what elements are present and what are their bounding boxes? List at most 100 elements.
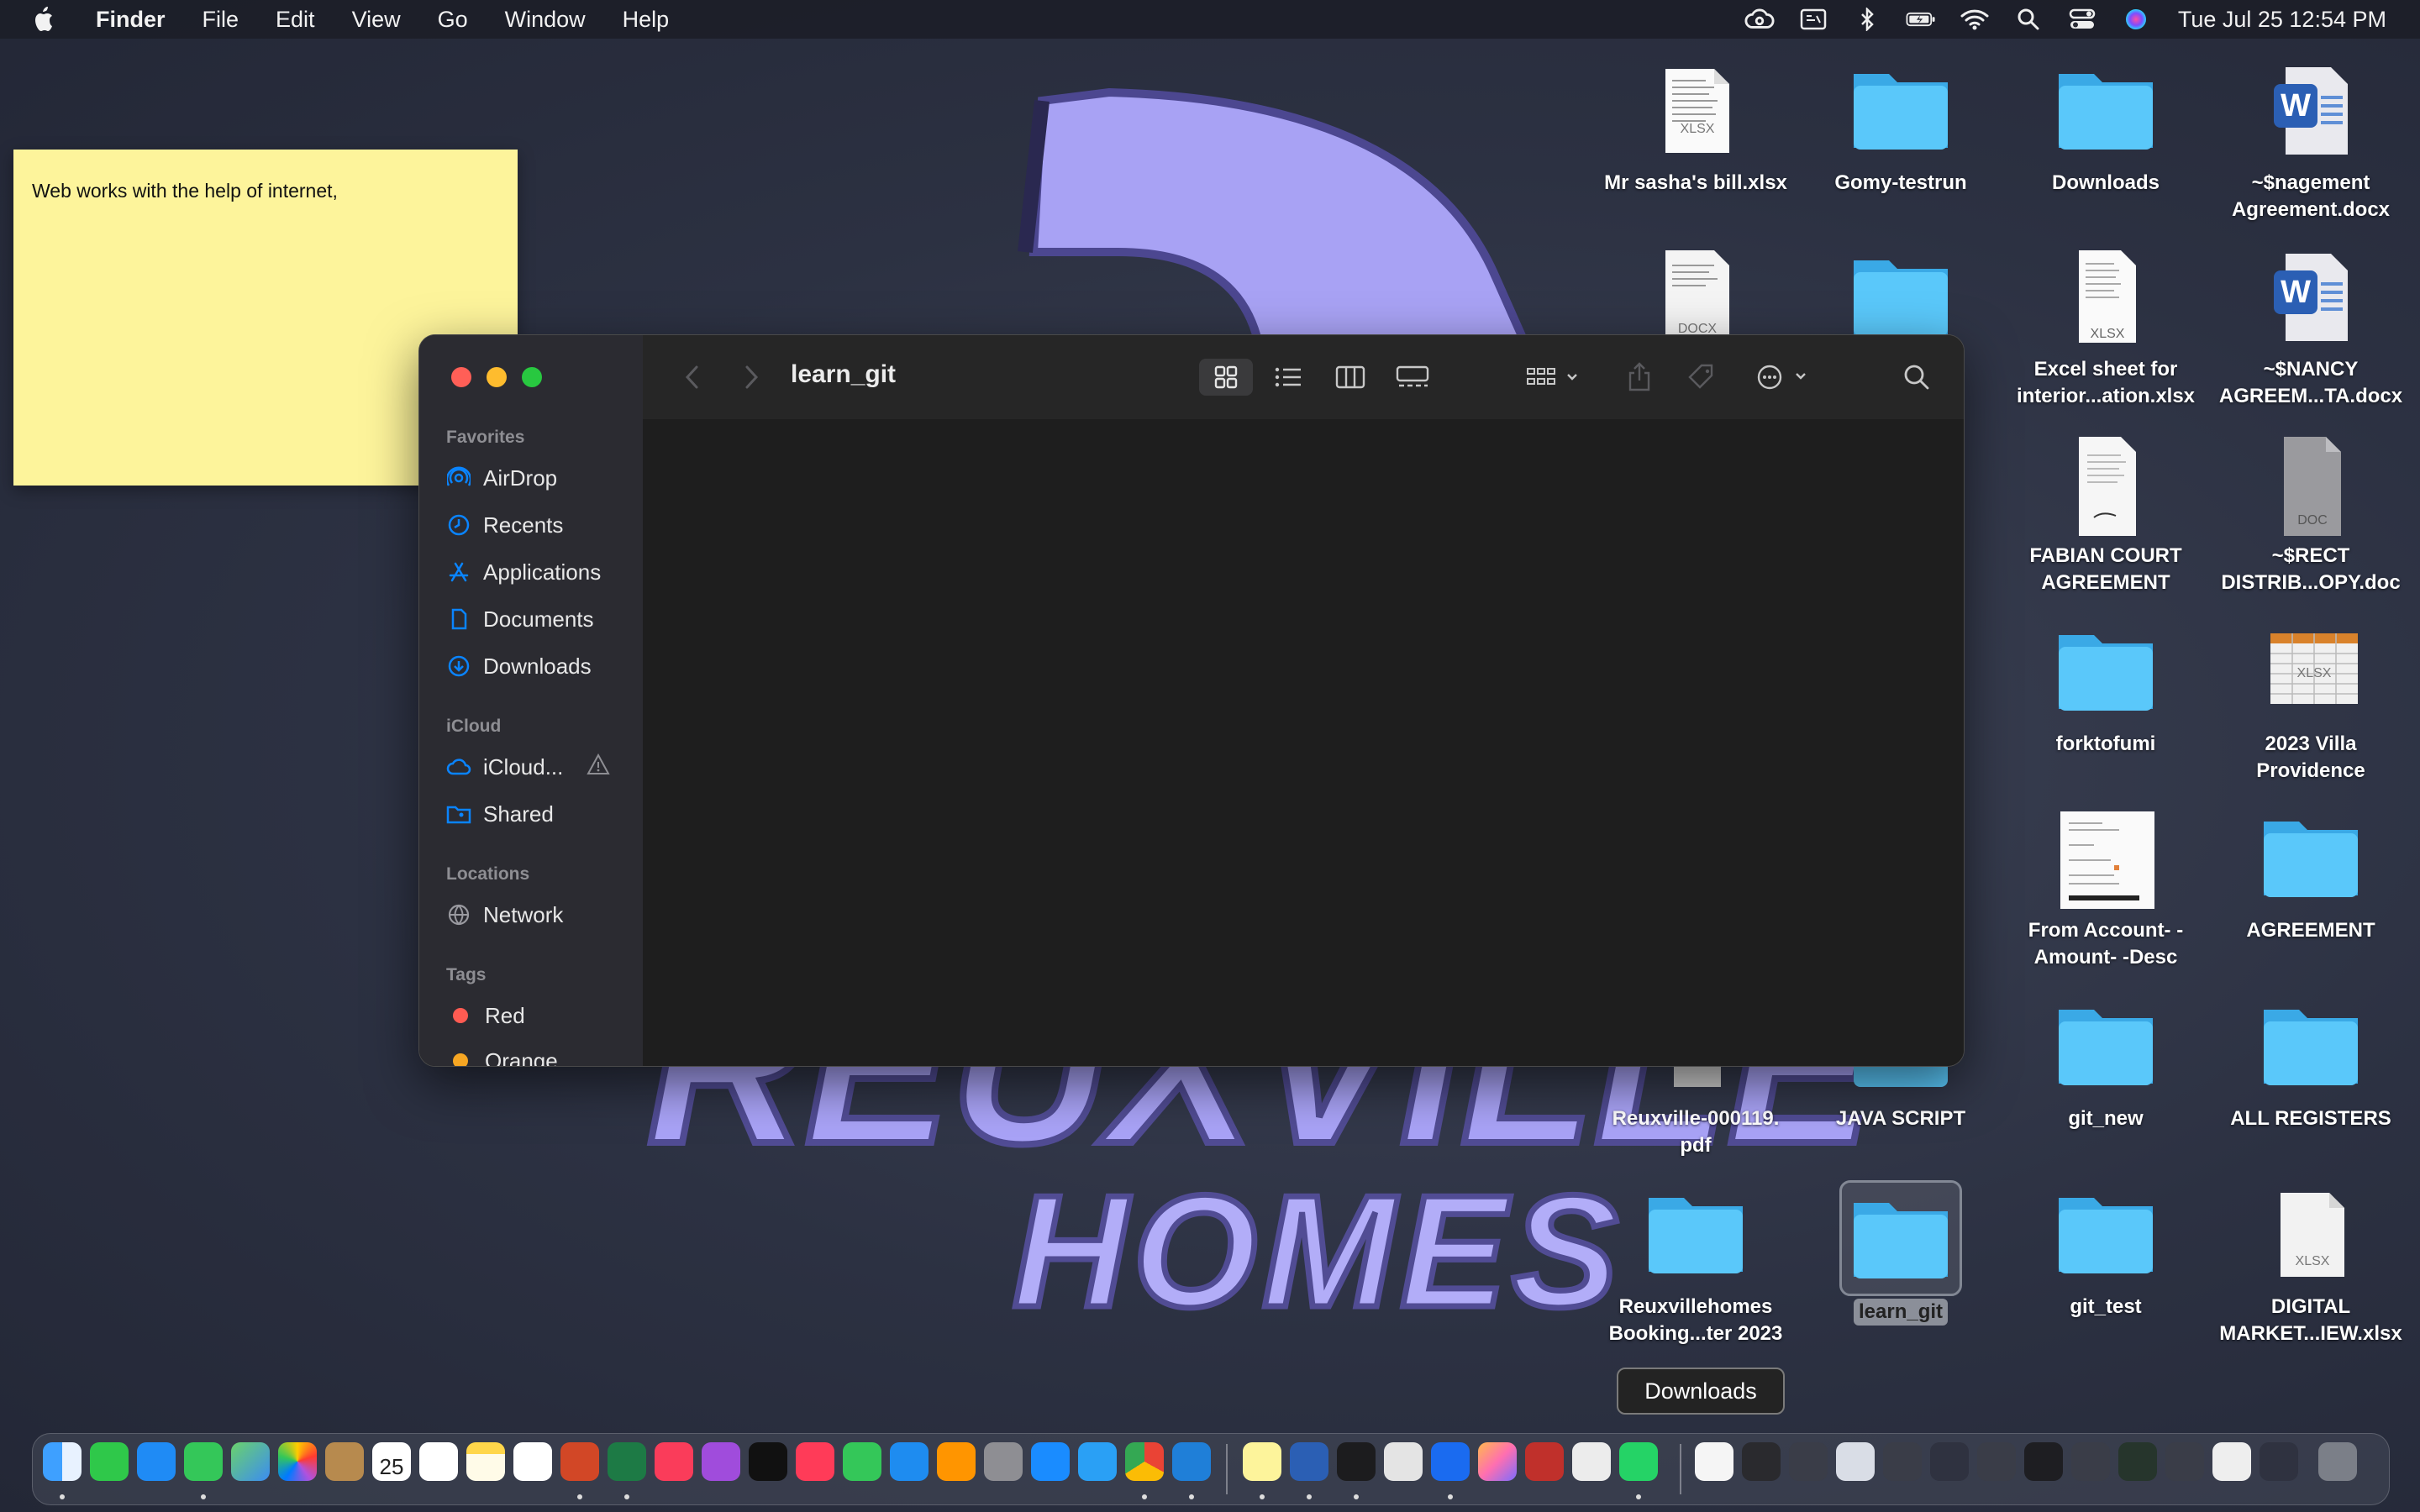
menu-go[interactable]: Go: [438, 7, 468, 33]
minimized-window-thumbnail[interactable]: [2165, 1442, 2204, 1481]
menu-help[interactable]: Help: [623, 7, 670, 33]
minimized-window-thumbnail[interactable]: [2024, 1442, 2063, 1481]
sidebar-item-applications[interactable]: Applications: [446, 555, 601, 589]
downloads-stack-icon[interactable]: [1695, 1442, 1733, 1481]
creative-cloud-icon[interactable]: [1744, 7, 1775, 32]
bluetooth-icon[interactable]: [1852, 7, 1882, 32]
spotlight-icon[interactable]: [2013, 7, 2044, 32]
menu-view[interactable]: View: [352, 7, 401, 33]
desktop-item[interactable]: Downloads: [2005, 64, 2207, 197]
dictionary-app-icon[interactable]: [1525, 1442, 1564, 1481]
desktop-item[interactable]: From Account- -Amount- -Desc: [2005, 811, 2207, 971]
forward-icon[interactable]: [739, 359, 764, 396]
zoom-button[interactable]: [522, 367, 542, 387]
control-center-icon[interactable]: [2067, 7, 2097, 32]
word-app-icon[interactable]: [1290, 1442, 1328, 1481]
sidebar-item-airdrop[interactable]: AirDrop: [446, 461, 557, 495]
minimized-window-thumbnail[interactable]: [2212, 1442, 2251, 1481]
desktop-item[interactable]: Reuxvillehomes Booking...ter 2023: [1595, 1188, 1797, 1347]
menu-file[interactable]: File: [203, 7, 239, 33]
group-icon[interactable]: [1522, 359, 1589, 396]
sticky-note-text[interactable]: Web works with the help of internet,: [32, 180, 338, 202]
sidebar-item-icloud-drive[interactable]: iCloud...: [446, 750, 611, 784]
contacts-app-icon[interactable]: [325, 1442, 364, 1481]
terminal-app-icon[interactable]: [1337, 1442, 1376, 1481]
news-app-icon[interactable]: [796, 1442, 834, 1481]
creative-app-icon[interactable]: [1478, 1442, 1517, 1481]
keynote-app-icon[interactable]: [890, 1442, 929, 1481]
stickies-app-icon[interactable]: [1243, 1442, 1281, 1481]
battery-icon[interactable]: [1906, 7, 1936, 32]
chrome-app-icon[interactable]: [1125, 1442, 1164, 1481]
podcasts-app-icon[interactable]: [702, 1442, 740, 1481]
finder-content-area[interactable]: [643, 419, 1964, 1066]
desktop-item-selected[interactable]: learn_git: [1800, 1180, 2002, 1326]
desktop-item[interactable]: DOC ~$RECT DISTRIB...OPY.doc: [2210, 437, 2412, 596]
finder-window[interactable]: Favorites AirDrop Recents Applications D…: [418, 334, 1965, 1067]
calendar-app-icon[interactable]: 25: [372, 1442, 411, 1481]
printer-app-icon[interactable]: [1572, 1442, 1611, 1481]
input-menu-icon[interactable]: [1798, 7, 1828, 32]
sidebar-item-tag-red[interactable]: Red: [446, 999, 525, 1032]
minimized-window-thumbnail[interactable]: [2118, 1442, 2157, 1481]
desktop-item[interactable]: git_new: [2005, 1000, 2207, 1132]
minimized-window-thumbnail[interactable]: [1789, 1442, 1828, 1481]
menu-window[interactable]: Window: [505, 7, 586, 33]
sidebar-item-network[interactable]: Network: [446, 898, 563, 932]
desktop-item[interactable]: Gomy-testrun: [1800, 64, 2002, 197]
photos-app-icon[interactable]: [278, 1442, 317, 1481]
finder-app-icon[interactable]: [43, 1442, 82, 1481]
minimized-window-thumbnail[interactable]: [2071, 1442, 2110, 1481]
share-icon[interactable]: [1623, 359, 1656, 396]
messages-app-icon[interactable]: [184, 1442, 223, 1481]
close-button[interactable]: [451, 367, 471, 387]
system-settings-app-icon[interactable]: [984, 1442, 1023, 1481]
sidebar-item-tag-orange[interactable]: Orange: [446, 1044, 558, 1066]
minimized-window-thumbnail[interactable]: [2260, 1442, 2298, 1481]
desktop-item[interactable]: XLSX DIGITAL MARKET...IEW.xlsx: [2210, 1188, 2412, 1347]
desktop-item[interactable]: AGREEMENT: [2210, 811, 2412, 944]
back-icon[interactable]: [680, 359, 705, 396]
desktop-item[interactable]: forktofumi: [2005, 625, 2207, 758]
pages-app-icon[interactable]: [937, 1442, 976, 1481]
icon-view-icon[interactable]: [1199, 359, 1253, 396]
desktop-item[interactable]: XLSX 2023 Villa Providence: [2210, 625, 2412, 785]
minimized-window-thumbnail[interactable]: [1836, 1442, 1875, 1481]
music-app-icon[interactable]: [655, 1442, 693, 1481]
excel-app-icon[interactable]: [608, 1442, 646, 1481]
preview-app-icon[interactable]: [1384, 1442, 1423, 1481]
desktop-item[interactable]: W ~$NANCY AGREEM...TA.docx: [2210, 250, 2412, 410]
mail-app-icon[interactable]: [137, 1442, 176, 1481]
freeform-app-icon[interactable]: [513, 1442, 552, 1481]
trash-icon[interactable]: [2318, 1442, 2357, 1481]
whatsapp-app-icon[interactable]: [1619, 1442, 1658, 1481]
desktop-item[interactable]: W ~$nagement Agreement.docx: [2210, 64, 2412, 223]
gallery-view-icon[interactable]: [1387, 359, 1438, 396]
menu-edit[interactable]: Edit: [276, 7, 315, 33]
list-view-icon[interactable]: [1263, 359, 1313, 396]
desktop-item[interactable]: ALL REGISTERS: [2210, 1000, 2412, 1132]
notes-app-icon[interactable]: [466, 1442, 505, 1481]
desktop-item[interactable]: XLSX Excel sheet for interior...ation.xl…: [2005, 250, 2207, 410]
facetime-app-icon[interactable]: [90, 1442, 129, 1481]
tag-icon[interactable]: [1685, 359, 1718, 396]
sidebar-item-downloads[interactable]: Downloads: [446, 649, 592, 683]
reminders-app-icon[interactable]: [419, 1442, 458, 1481]
more-actions-icon[interactable]: [1754, 359, 1818, 396]
minimized-window-thumbnail[interactable]: [1977, 1442, 2016, 1481]
app-store-app-icon[interactable]: [1031, 1442, 1070, 1481]
maps-app-icon[interactable]: [231, 1442, 270, 1481]
minimized-window-thumbnail[interactable]: [1742, 1442, 1781, 1481]
sidebar-item-documents[interactable]: Documents: [446, 602, 594, 636]
apple-menu-icon[interactable]: [32, 5, 57, 34]
numbers-app-icon[interactable]: [843, 1442, 881, 1481]
tv-app-icon[interactable]: [749, 1442, 787, 1481]
desktop-item[interactable]: FABIAN COURT AGREEMENT: [2005, 437, 2207, 596]
desktop-item[interactable]: git_test: [2005, 1188, 2207, 1320]
sidebar-item-shared[interactable]: Shared: [446, 797, 554, 831]
desktop-item[interactable]: XLSX Mr sasha's bill.xlsx: [1595, 64, 1797, 197]
safari-app-icon[interactable]: [1078, 1442, 1117, 1481]
powerpoint-app-icon[interactable]: [560, 1442, 599, 1481]
minimized-window-thumbnail[interactable]: [1883, 1442, 1922, 1481]
menu-app-name[interactable]: Finder: [96, 7, 166, 33]
